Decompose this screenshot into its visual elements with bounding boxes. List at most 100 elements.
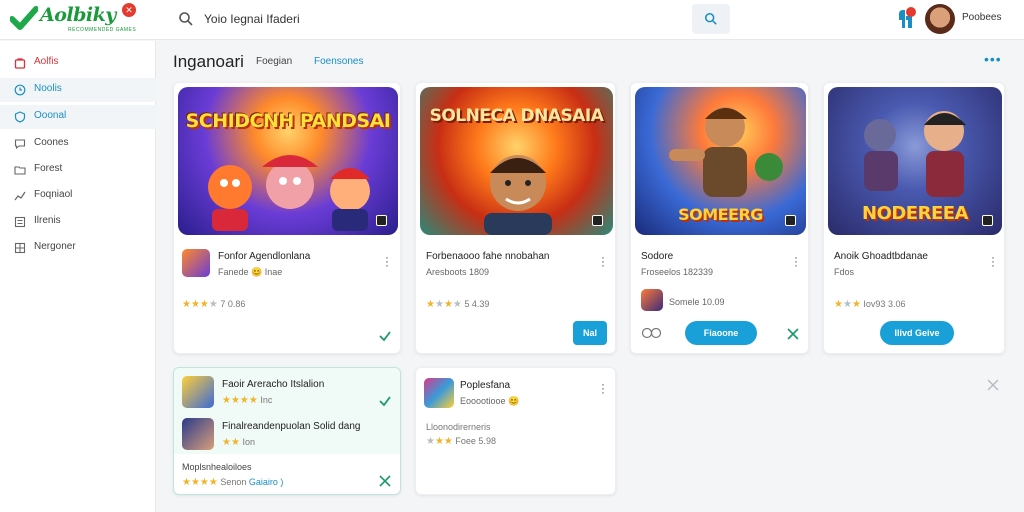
game-subtitle: Fanede 😊 Inae [218,267,283,277]
sidebar-item-coones[interactable]: Coones [0,132,156,156]
sidebar-item-ilrenis[interactable]: Ilrenis [0,210,156,234]
search-bar [170,4,730,34]
link-icon[interactable] [641,327,663,339]
banner-title: SCHIDCNH PANDSAI [185,110,391,132]
check-icon[interactable] [378,329,392,343]
game-title[interactable]: Anoik Ghoadtbdanae [834,251,928,262]
check-icon[interactable] [378,394,392,408]
tab-foensones[interactable]: Foensones [314,56,363,67]
game-title[interactable]: Fonfor Agendlonlana [218,251,310,262]
kebab-menu-icon[interactable]: · · · [600,251,606,271]
rating-value: 7 0.86 [220,299,246,309]
star-rating: ★★★★ [182,477,218,488]
game-banner[interactable]: SOLNECA DNASAIA [420,87,613,235]
kebab-menu-icon[interactable]: · · · [793,251,799,271]
rating: ★★ Ion [222,437,255,448]
user-avatar[interactable] [925,4,955,34]
more-options-icon[interactable]: ••• [984,52,1002,66]
game-card[interactable]: SOLNECA DNASAIA Forbenaooo fahe nnobahan… [415,82,616,354]
game-card[interactable]: NODEREEA Anoik Ghoadtbdanae Fdos · · · ★★★… [823,82,1005,354]
characters-illustration [864,111,966,197]
sidebar-item-forest[interactable]: Forest [0,158,156,182]
rating-value: Iov93 3.06 [863,299,906,309]
game-banner[interactable]: SOMEERG [635,87,806,235]
close-icon[interactable] [786,327,800,341]
game-thumbnail [182,418,214,450]
star-rating: ★★★ [426,436,453,447]
brand-badge: ✕ [122,3,136,17]
brand-tagline: RECOMMENDED GAMES [68,27,137,33]
recommendation-list-card: Faoir Areracho Itslalion ★★★★ Inc Finalr… [173,367,401,495]
list-icon [14,216,26,228]
kebab-menu-icon[interactable]: · · · [384,251,390,271]
sidebar-item-aolfis[interactable]: Aolfis [0,51,156,75]
platform-icon [785,215,796,226]
brand-logo[interactable]: Aolbiky ✕ RECOMMENDED GAMES [10,3,140,37]
kebab-menu-icon[interactable]: · · · [600,378,606,398]
game-banner[interactable]: NODEREEA [828,87,1002,235]
notification-icon[interactable] [896,6,918,32]
footer-link[interactable]: Gaiairo ) [249,477,284,487]
star-rating: ★★★★ [426,299,462,310]
sidebar-item-label: Coones [34,137,69,148]
list-item-sub: Ion [242,437,255,447]
rating: ★★★★ 5 4.39 [426,299,489,310]
footer-rating: ★★★★ Senon Gaiairo ) [182,477,283,488]
search-icon [179,12,193,26]
search-icon [704,12,717,25]
shield-icon [14,111,26,123]
clock-icon [14,84,26,96]
close-icon[interactable] [986,378,1000,392]
search-button[interactable] [692,4,730,34]
platform-icon [982,215,993,226]
star-rating: ★★★★ [182,299,218,310]
rating: ★★★★ Inc [222,395,272,406]
logo-check-icon [10,6,38,30]
game-banner[interactable]: SCHIDCNH PANDSAI [178,87,398,235]
game-thumbnail [641,289,663,311]
top-bar: Aolbiky ✕ RECOMMENDED GAMES Poobees [0,0,1024,40]
sidebar-item-ooonal[interactable]: Ooonal [0,105,156,129]
list-item-sub: Inc [260,395,273,405]
game-title[interactable]: Sodore [641,251,673,262]
list-item-title[interactable]: Faoir Areracho Itslalion [222,379,324,390]
sidebar-item-noolis[interactable]: Noolis [0,78,156,102]
game-title[interactable]: Poplesfana [460,380,510,391]
sidebar-item-label: Aolfis [34,56,59,67]
characters-illustration [208,155,370,231]
game-note: Lloonodirerneris [426,422,491,432]
grid-icon [14,242,26,254]
user-name[interactable]: Poobees [962,12,1001,23]
sidebar-item-nergoner[interactable]: Nergoner [0,236,156,260]
sidebar-item-label: Noolis [34,83,62,94]
game-subtitle: Froseelos 182339 [641,267,714,277]
game-title[interactable]: Forbenaooo fahe nnobahan [426,251,549,262]
sidebar-item-foqniaol[interactable]: Foqniaol [0,184,156,208]
star-rating: ★★ [222,437,240,448]
close-icon[interactable] [378,474,392,488]
rating: ★★★ Iov93 3.06 [834,299,905,310]
install-button[interactable]: Ilivd Geive [880,321,954,345]
game-card[interactable]: SOMEERG Sodore Froseelos 182339 · · · Some… [630,82,809,354]
rating: ★★★ Foee 5.98 [426,436,496,447]
game-thumbnail [182,249,210,277]
install-button[interactable]: Fiaoone [685,321,757,345]
search-input[interactable] [204,8,684,30]
game-subtitle: Fdos [834,267,855,277]
game-card[interactable]: SCHIDCNH PANDSAI Fonfor Agendlonlana Fan… [173,82,401,354]
rating: ★★★★ 7 0.86 [182,299,245,310]
footer-sub: Senon [220,477,247,487]
sidebar: Aolfis Noolis Ooonal Coones Forest Foqni… [0,41,156,512]
platform-icon [376,215,387,226]
star-rating: ★★★★ [222,395,258,406]
tab-foegian[interactable]: Foegian [256,56,292,67]
play-button[interactable]: Nal [573,321,607,345]
list-item-title[interactable]: Finalreandenpuolan Solid dang [222,421,360,432]
banner-title: NODEREEA [862,203,969,224]
sidebar-item-label: Foqniaol [34,189,73,200]
game-thumbnail [424,378,454,408]
sidebar-item-label: Nergoner [34,241,76,252]
game-card[interactable]: Poplesfana Eooootiooe 😊 · · · Lloonodirern… [415,367,616,495]
character-illustration [484,155,552,235]
kebab-menu-icon[interactable]: · · · [990,251,996,271]
